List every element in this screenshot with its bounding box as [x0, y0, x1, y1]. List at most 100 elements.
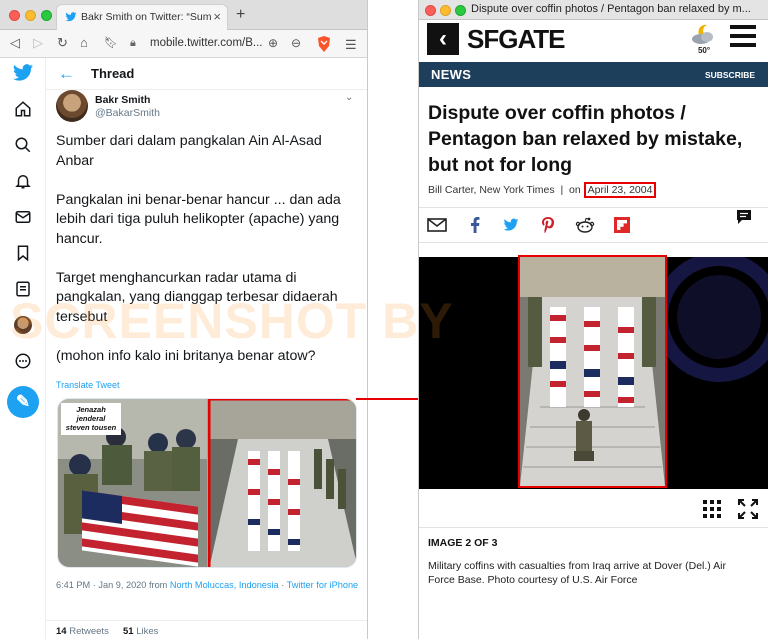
tweet-location-link[interactable]: North Moluccas, Indonesia: [170, 580, 279, 590]
minimize-window-button[interactable]: [25, 10, 36, 21]
window-title-bar: Dispute over coffin photos / Pentagon ba…: [419, 0, 768, 20]
twitter-browser-window: Bakr Smith on Twitter: “Sumber d × + ◁ ▷…: [0, 0, 368, 639]
thread-title: Thread: [91, 66, 135, 81]
screenshot-composite: Bakr Smith on Twitter: “Sumber d × + ◁ ▷…: [0, 0, 768, 639]
new-tab-button[interactable]: +: [236, 6, 245, 24]
comments-icon[interactable]: [734, 208, 754, 226]
notifications-bell-icon[interactable]: [12, 170, 34, 192]
back-icon[interactable]: ◁: [10, 36, 20, 50]
thread-back-icon[interactable]: ←: [58, 64, 75, 84]
more-options-icon[interactable]: [12, 350, 34, 372]
article-byline: Bill Carter, New York Times | on April 2…: [428, 182, 657, 198]
weather-temperature: 50°: [697, 46, 711, 55]
lists-icon[interactable]: [12, 278, 34, 300]
subscribe-link[interactable]: SUBSCRIBE: [705, 70, 755, 80]
section-news-link[interactable]: NEWS: [431, 67, 471, 82]
twitter-sidebar: ✎: [0, 58, 46, 639]
tab-title: Bakr Smith on Twitter: “Sumber d: [81, 11, 211, 23]
retweets-label: Retweets: [69, 626, 109, 637]
tweet-media[interactable]: Jenazah jenderal steven tousen: [57, 398, 357, 568]
zoom-window-button[interactable]: [41, 10, 52, 21]
thumbnail-grid-icon[interactable]: [703, 500, 721, 518]
retweets-count: 14: [56, 626, 67, 637]
zoom-window-button[interactable]: [455, 5, 466, 16]
tweet-client-link[interactable]: Twitter for iPhone: [287, 580, 359, 590]
author-handle[interactable]: @BakarSmith: [95, 107, 160, 119]
tweet-metadata: 6:41 PM · Jan 9, 2020 from North Molucca…: [56, 579, 361, 592]
sfgate-logo[interactable]: SFGATE: [467, 24, 566, 55]
section-bar: NEWS SUBSCRIBE: [419, 62, 768, 87]
article-photo[interactable]: [518, 255, 667, 488]
image-counter: IMAGE 2 OF 3: [428, 537, 498, 549]
byline-date: April 23, 2004: [583, 182, 657, 198]
messages-mail-icon[interactable]: [12, 206, 34, 228]
tweet-time: 6:41 PM · Jan 9, 2020 from: [56, 580, 170, 590]
address-toolbar: ◁ ▷ ↻ ⌂ 🔖︎ 🔒︎ mobile.twitter.com/B... ⊕ …: [0, 30, 367, 58]
browser-tab[interactable]: Bakr Smith on Twitter: “Sumber d ×: [56, 4, 228, 30]
byline-author: Bill Carter, New York Times: [428, 184, 555, 196]
meta-separator: ·: [278, 580, 287, 590]
home-icon[interactable]: ⌂: [80, 36, 88, 50]
twitter-bird-icon: [65, 12, 77, 22]
article-headline: Dispute over coffin photos / Pentagon ba…: [428, 102, 743, 176]
tweet-paragraph: (mohon info kalo ini britanya benar atow…: [56, 347, 316, 364]
tweet-body: Sumber dari dalam pangkalan Ain Al-Asad …: [56, 132, 356, 386]
coffins-photo: [520, 257, 665, 486]
author-avatar[interactable]: [56, 90, 88, 122]
sfgate-browser-window: Dispute over coffin photos / Pentagon ba…: [418, 0, 768, 639]
tweet-photos: Jenazah jenderal steven tousen: [58, 399, 356, 567]
lock-icon: 🔒︎: [130, 37, 136, 49]
email-share-icon[interactable]: [427, 216, 447, 234]
browser-menu-icon[interactable]: ☰: [345, 37, 357, 53]
bookmarks-icon[interactable]: [12, 242, 34, 264]
retweets-stat[interactable]: 14 Retweets: [56, 626, 109, 637]
menu-hamburger-icon[interactable]: [730, 25, 756, 51]
facebook-share-icon[interactable]: [465, 216, 485, 234]
likes-stat[interactable]: 51 Likes: [123, 626, 158, 637]
translate-tweet-link[interactable]: Translate Tweet: [56, 380, 120, 390]
sfgate-header: ‹ SFGATE 50°: [419, 20, 768, 62]
zoom-out-icon[interactable]: ⊖: [291, 36, 301, 50]
browser-tab-bar: Bakr Smith on Twitter: “Sumber d × +: [0, 0, 367, 30]
url-text: mobile.twitter.com/B...: [150, 37, 263, 49]
profile-avatar-icon[interactable]: [12, 314, 34, 336]
close-window-button[interactable]: [9, 10, 20, 21]
thread-header: ← Thread: [46, 58, 367, 90]
tweet-paragraph: Sumber dari dalam pangkalan Ain Al-Asad …: [56, 133, 322, 169]
bookmark-icon[interactable]: 🔖︎: [104, 36, 118, 50]
flipboard-share-icon[interactable]: [612, 216, 632, 234]
tweet-stats: 14 Retweets 51 Likes: [46, 620, 367, 639]
explore-search-icon[interactable]: [12, 134, 34, 156]
tab-close-icon[interactable]: ×: [213, 9, 221, 24]
compose-tweet-button[interactable]: ✎: [7, 386, 39, 418]
photo-caption: Military coffins with casualties from Ir…: [428, 560, 726, 586]
tweet-paragraph: Target menghancurkan radar utama di pang…: [56, 269, 338, 325]
svg-text:steven tousen: steven tousen: [66, 423, 117, 432]
close-window-button[interactable]: [425, 5, 436, 16]
weather-partly-cloudy-icon: [692, 24, 713, 44]
tweet-paragraph: Pangkalan ini benar-benar hancur ... dan…: [56, 191, 341, 247]
home-icon[interactable]: [12, 98, 34, 120]
share-toolbar: [419, 207, 768, 243]
byline-separator: | on: [554, 184, 584, 196]
reload-icon[interactable]: ↻: [57, 36, 68, 50]
svg-text:Jenazah: Jenazah: [76, 405, 106, 414]
twitter-share-icon[interactable]: [501, 216, 521, 234]
divider: [419, 527, 768, 528]
share-icon[interactable]: ⊕: [268, 36, 278, 50]
author-name[interactable]: Bakr Smith: [95, 94, 150, 106]
tweet-options-chevron-icon[interactable]: ⌄: [345, 92, 353, 103]
likes-count: 51: [123, 626, 134, 637]
likes-label: Likes: [136, 626, 159, 637]
brave-shield-icon[interactable]: [316, 35, 332, 53]
fullscreen-expand-icon[interactable]: [738, 499, 758, 519]
pinterest-share-icon[interactable]: [538, 216, 558, 234]
weather-widget[interactable]: 50°: [689, 22, 719, 58]
forward-icon[interactable]: ▷: [33, 36, 43, 50]
svg-text:jenderal: jenderal: [76, 414, 107, 423]
twitter-logo-icon[interactable]: [12, 62, 34, 84]
reddit-share-icon[interactable]: [575, 216, 595, 234]
back-chevron-icon[interactable]: ‹: [427, 23, 459, 55]
tweet-thread: ← Thread Bakr Smith @BakarSmith ⌄ Sumber…: [46, 58, 367, 639]
minimize-window-button[interactable]: [440, 5, 451, 16]
